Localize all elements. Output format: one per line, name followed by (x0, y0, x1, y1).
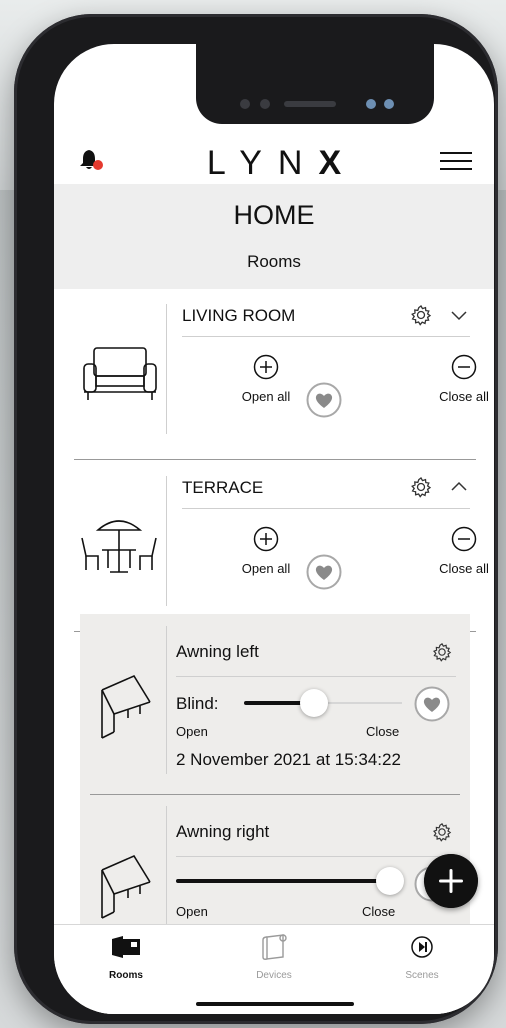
open-all-button[interactable]: Open all (226, 354, 306, 404)
tab-label: Scenes (405, 970, 439, 981)
page-header-band: HOME Rooms (54, 184, 494, 289)
logo-light-text: LYN (206, 144, 319, 182)
app-logo: LYNX (54, 144, 494, 183)
gear-icon[interactable] (432, 822, 452, 842)
heart-icon[interactable] (414, 686, 450, 722)
tab-label: Rooms (109, 970, 143, 981)
bottom-tab-bar: Rooms Devices Scenes (54, 924, 494, 1014)
phone-notch (196, 44, 434, 124)
open-all-button[interactable]: Open all (226, 526, 306, 576)
open-label: Open (176, 724, 208, 739)
devices-icon (262, 934, 287, 960)
device-name[interactable]: Awning right (176, 822, 269, 842)
slider-fill (176, 879, 390, 883)
close-label: Close (366, 724, 400, 739)
camera-dot (384, 99, 394, 109)
heart-icon[interactable] (306, 382, 342, 418)
divider (176, 676, 456, 677)
divider (182, 508, 470, 509)
home-indicator (196, 1002, 354, 1006)
divider (176, 856, 456, 857)
app-screen: LYNX HOME Rooms LIVING ROOM Open all Clo… (54, 44, 494, 1014)
tab-rooms[interactable]: Rooms (86, 933, 166, 981)
open-all-label: Open all (241, 561, 291, 576)
close-label: Close (362, 904, 396, 919)
open-label: Open (176, 904, 208, 919)
sofa-icon (83, 347, 157, 400)
menu-icon[interactable] (440, 150, 472, 172)
page-subtitle: Rooms (247, 252, 301, 271)
tab-label: Devices (256, 970, 292, 981)
close-all-button[interactable]: Close all (424, 354, 494, 404)
divider (166, 626, 167, 774)
divider (182, 336, 470, 337)
section-divider (74, 459, 476, 460)
room-name[interactable]: TERRACE (182, 478, 263, 498)
camera-dot (366, 99, 376, 109)
page-title: HOME (233, 200, 315, 230)
plus-circle-icon (253, 526, 279, 552)
tab-devices[interactable]: Devices (234, 933, 314, 981)
minus-circle-icon (451, 526, 477, 552)
room-card-terrace: TERRACE Open all Close all (74, 466, 489, 626)
speaker-grille (284, 101, 336, 107)
close-all-label: Close all (439, 389, 489, 404)
device-type-label: Blind: (176, 694, 219, 713)
divider (166, 476, 167, 606)
open-all-label: Open all (241, 389, 291, 404)
close-all-button[interactable]: Close all (424, 526, 494, 576)
sensor-dot (260, 99, 270, 109)
plus-circle-icon (253, 354, 279, 380)
room-name[interactable]: LIVING ROOM (182, 306, 295, 326)
divider (166, 304, 167, 434)
phone-frame: LYNX HOME Rooms LIVING ROOM Open all Clo… (14, 14, 498, 1024)
last-updated-timestamp: 2 November 2021 at 15:34:22 (176, 750, 401, 769)
room-card-living-room: LIVING ROOM Open all Close all (74, 294, 489, 454)
rooms-icon (112, 936, 140, 958)
sensor-dot (240, 99, 250, 109)
slider-knob[interactable] (299, 689, 328, 717)
awning-icon (101, 674, 151, 739)
awning-icon (101, 854, 151, 919)
gear-icon[interactable] (410, 476, 432, 498)
device-name[interactable]: Awning left (176, 642, 259, 662)
minus-circle-icon (451, 354, 477, 380)
scenes-icon (411, 936, 433, 958)
chevron-down-icon[interactable] (450, 308, 468, 322)
close-all-label: Close all (439, 561, 489, 576)
device-card-awning-left: Awning left Blind: Open Close 2 November… (80, 614, 470, 794)
chevron-up-icon[interactable] (450, 480, 468, 494)
heart-icon[interactable] (306, 554, 342, 590)
patio-icon (81, 520, 157, 573)
gear-icon[interactable] (432, 642, 452, 662)
slider-knob[interactable] (376, 867, 404, 895)
tab-scenes[interactable]: Scenes (382, 933, 462, 981)
logo-bold-text: X (318, 144, 342, 182)
add-button[interactable] (424, 854, 478, 908)
gear-icon[interactable] (410, 304, 432, 326)
